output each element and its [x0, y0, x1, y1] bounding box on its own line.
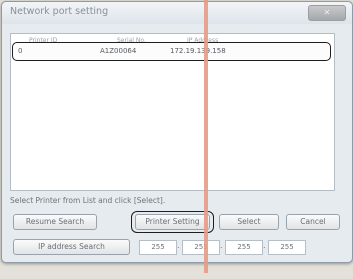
ip-separator: . — [220, 241, 223, 250]
select-button[interactable]: Select — [219, 214, 279, 230]
ip-octet-4-input[interactable]: 255 — [268, 240, 306, 255]
instruction-text: Select Printer from List and click [Sele… — [10, 196, 166, 205]
cell-serial-no: A1Z00064 — [100, 47, 137, 55]
cancel-button[interactable]: Cancel — [286, 214, 340, 230]
ip-octet-2-input[interactable]: 255 — [182, 240, 220, 255]
printer-list-row[interactable]: 0 A1Z00064 172.19.139.158 — [12, 42, 331, 61]
close-button[interactable]: ✕ — [308, 5, 346, 21]
title-bar: Network port setting ✕ — [2, 2, 352, 24]
ip-address-search-button[interactable]: IP address Search — [13, 239, 130, 255]
cell-ip-address: 172.19.139.158 — [170, 47, 226, 55]
ip-octet-1-input[interactable]: 255 — [139, 240, 177, 255]
dialog-title: Network port setting — [10, 6, 109, 17]
vertical-guide-line — [204, 0, 208, 273]
ip-octet-3-input[interactable]: 255 — [225, 240, 263, 255]
cell-printer-id: 0 — [18, 47, 23, 55]
close-icon: ✕ — [323, 8, 331, 17]
network-port-setting-dialog: Network port setting ✕ Printer ID Serial… — [1, 1, 353, 263]
resume-search-button[interactable]: Resume Search — [13, 214, 97, 230]
ip-separator: . — [177, 241, 180, 250]
printer-setting-button[interactable]: Printer Setting — [135, 214, 210, 230]
ip-separator: . — [263, 241, 266, 250]
